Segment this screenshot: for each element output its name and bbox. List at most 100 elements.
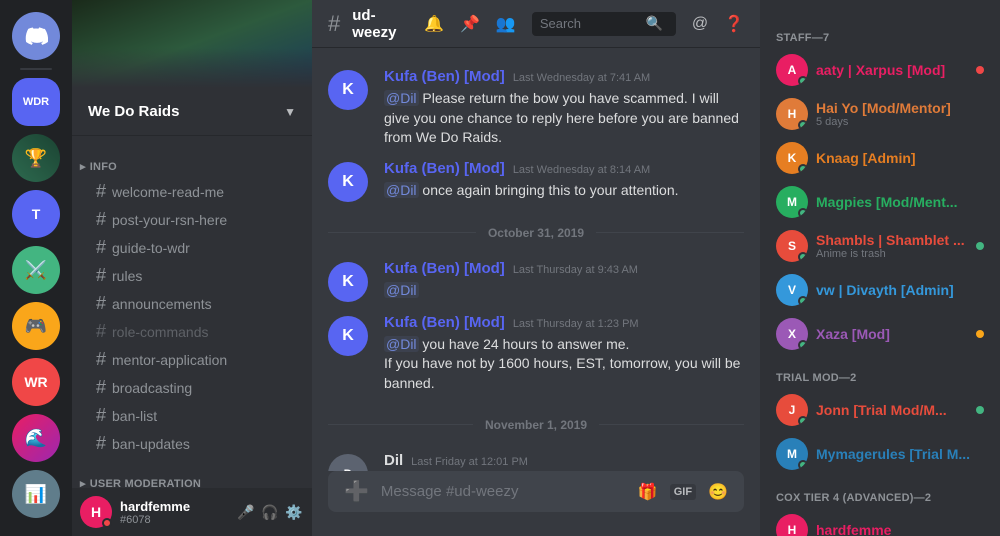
- message-group: K Kufa (Ben) [Mod] Last Thursday at 9:43…: [312, 256, 760, 306]
- server-icon-5[interactable]: 🎮: [12, 302, 60, 350]
- online-indicator-small: [976, 406, 984, 414]
- message-text: @Dil once again bringing this to your at…: [384, 181, 744, 201]
- member-avatar: A: [776, 54, 808, 86]
- pin-icon[interactable]: 📌: [460, 14, 480, 34]
- message-content: Kufa (Ben) [Mod] Last Thursday at 1:23 P…: [384, 314, 744, 394]
- message-timestamp: Last Thursday at 9:43 AM: [513, 264, 638, 276]
- online-indicator: [798, 416, 808, 426]
- members-icon[interactable]: 👥: [496, 14, 516, 34]
- online-indicator: [798, 164, 808, 174]
- channel-post-your-rsn[interactable]: # post-your-rsn-here: [80, 206, 304, 233]
- message-header: Kufa (Ben) [Mod] Last Wednesday at 7:41 …: [384, 68, 744, 85]
- channel-ban-updates[interactable]: # ban-updates: [80, 430, 304, 457]
- channel-welcome-read-me[interactable]: # welcome-read-me: [80, 178, 304, 205]
- trial-mod-section: TRIAL MOD—2 J Jonn [Trial Mod/M... M Mym…: [768, 356, 992, 476]
- channel-mentor-application[interactable]: # mentor-application: [80, 346, 304, 373]
- server-icon-we-do-raids[interactable]: WDR: [12, 78, 60, 126]
- message-input[interactable]: [381, 472, 626, 511]
- info-section-header[interactable]: ▸ INFO: [72, 144, 312, 177]
- help-icon[interactable]: ❓: [724, 14, 744, 34]
- channel-label: broadcasting: [112, 380, 192, 396]
- member-item[interactable]: S Shambls | Shamblet ... Anime is trash: [768, 224, 992, 268]
- message-content: Kufa (Ben) [Mod] Last Thursday at 9:43 A…: [384, 260, 744, 302]
- member-avatar: S: [776, 230, 808, 262]
- message-text: @Dil you have 24 hours to answer me. If …: [384, 335, 744, 394]
- mention: @Dil: [384, 336, 419, 352]
- server-icon-6[interactable]: WR: [12, 358, 60, 406]
- user-panel-icons: 🎤 🎧 ⚙️: [236, 502, 304, 522]
- member-item[interactable]: A aaty | Xarpus [Mod]: [768, 48, 992, 92]
- chat-input-wrapper: ➕ 🎁 GIF 😊: [328, 471, 744, 512]
- member-item[interactable]: M Magpies [Mod/Ment...: [768, 180, 992, 224]
- add-file-button[interactable]: ➕: [344, 471, 369, 512]
- settings-icon[interactable]: ⚙️: [284, 502, 304, 522]
- member-item[interactable]: M Mymagerules [Trial M...: [768, 432, 992, 476]
- member-item[interactable]: X Xaza [Mod]: [768, 312, 992, 356]
- member-avatar: X: [776, 318, 808, 350]
- member-status: Anime is trash: [816, 248, 968, 260]
- search-icon: 🔍: [646, 15, 663, 32]
- message-header: Dil Last Friday at 12:01 PM: [384, 452, 744, 469]
- discord-home-button[interactable]: [12, 12, 60, 60]
- mention: @Dil: [384, 182, 419, 198]
- staff-section-header: STAFF—7: [768, 16, 992, 48]
- member-avatar: K: [776, 142, 808, 174]
- gif-icon[interactable]: GIF: [670, 484, 696, 500]
- date-divider-text: November 1, 2019: [485, 418, 587, 432]
- server-icon-4[interactable]: ⚔️: [12, 246, 60, 294]
- server-name-header[interactable]: We Do Raids ▼: [72, 88, 312, 136]
- date-divider: October 31, 2019: [312, 210, 760, 256]
- server-name-text: We Do Raids: [88, 103, 179, 120]
- member-info: Magpies [Mod/Ment...: [816, 194, 984, 210]
- channel-announcements[interactable]: # announcements: [80, 290, 304, 317]
- date-divider-text: October 31, 2019: [488, 226, 584, 240]
- member-item[interactable]: J Jonn [Trial Mod/M...: [768, 388, 992, 432]
- member-name: hardfemme: [816, 522, 984, 536]
- member-name: aaty | Xarpus [Mod]: [816, 62, 968, 78]
- online-indicator: [798, 252, 808, 262]
- channel-guide-to-wdr[interactable]: # guide-to-wdr: [80, 234, 304, 261]
- channel-role-commands[interactable]: # role-commands: [80, 318, 304, 345]
- member-info: aaty | Xarpus [Mod]: [816, 62, 968, 78]
- member-name: vw | Divayth [Admin]: [816, 282, 984, 298]
- microphone-icon[interactable]: 🎤: [236, 502, 256, 522]
- member-item[interactable]: H hardfemme: [768, 508, 992, 536]
- search-bar[interactable]: 🔍: [532, 12, 676, 36]
- server-banner: [72, 0, 312, 88]
- user-info: hardfemme #6078: [120, 499, 228, 526]
- avatar: K: [328, 262, 368, 302]
- username: hardfemme: [120, 499, 228, 514]
- user-moderation-header[interactable]: ▸ USER MODERATION: [72, 461, 312, 488]
- server-icon-8[interactable]: 📊: [12, 470, 60, 518]
- at-icon[interactable]: @: [692, 15, 708, 33]
- message-header: Kufa (Ben) [Mod] Last Thursday at 1:23 P…: [384, 314, 744, 331]
- chat-channel-name: ud-weezy: [352, 7, 400, 41]
- member-info: Knaag [Admin]: [816, 150, 984, 166]
- member-info: hardfemme: [816, 522, 984, 536]
- channel-rules[interactable]: # rules: [80, 262, 304, 289]
- bell-icon[interactable]: 🔔: [424, 14, 444, 34]
- member-item[interactable]: V vw | Divayth [Admin]: [768, 268, 992, 312]
- channel-broadcasting[interactable]: # broadcasting: [80, 374, 304, 401]
- online-indicator: [798, 208, 808, 218]
- chat-header: # ud-weezy 🔔 📌 👥 🔍 @ ❓: [312, 0, 760, 48]
- channel-ban-list[interactable]: # ban-list: [80, 402, 304, 429]
- headphones-icon[interactable]: 🎧: [260, 502, 280, 522]
- hash-icon: #: [96, 349, 106, 370]
- main-chat: # ud-weezy 🔔 📌 👥 🔍 @ ❓ K Kufa (Ben) [Mod…: [312, 0, 760, 536]
- member-name: Xaza [Mod]: [816, 326, 968, 342]
- emoji-icon[interactable]: 😊: [708, 482, 728, 502]
- search-input[interactable]: [540, 16, 640, 31]
- member-item[interactable]: K Knaag [Admin]: [768, 136, 992, 180]
- server-icon-2[interactable]: 🏆: [12, 134, 60, 182]
- chevron-down-icon: ▼: [284, 105, 296, 119]
- avatar: K: [328, 70, 368, 110]
- mention: @Dil: [384, 282, 419, 298]
- server-icon-7[interactable]: 🌊: [12, 414, 60, 462]
- gift-icon[interactable]: 🎁: [638, 482, 658, 502]
- member-item[interactable]: H Hai Yo [Mod/Mentor] 5 days: [768, 92, 992, 136]
- user-avatar: H: [80, 496, 112, 528]
- message-header: Kufa (Ben) [Mod] Last Wednesday at 8:14 …: [384, 160, 744, 177]
- server-icon-3[interactable]: T: [12, 190, 60, 238]
- cox-section-header: COX TIER 4 (ADVANCED)—2: [768, 476, 992, 508]
